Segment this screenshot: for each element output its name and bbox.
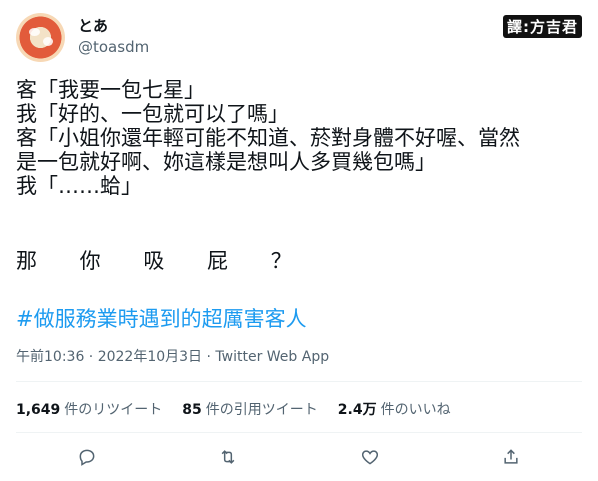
- reply-button[interactable]: [70, 440, 104, 474]
- translator-watermark: 譯:方吉君: [503, 14, 582, 38]
- quote-count-label: 件の引用ツイート: [205, 402, 318, 418]
- like-icon: [361, 450, 378, 465]
- retweet-icon: [221, 450, 235, 464]
- tweet-body: 客「我要一包七星」 我「好的、一包就可以了嗎」 客「小姐你還年輕可能不知道、菸對…: [16, 78, 520, 198]
- retweet-button[interactable]: [211, 440, 245, 474]
- divider: [16, 381, 582, 382]
- divider: [16, 432, 582, 433]
- watermark-text: 譯:方吉君: [503, 14, 582, 38]
- like-count-number: 2.4万: [337, 402, 377, 418]
- share-icon: [504, 449, 518, 464]
- like-count-label: 件のいいね: [380, 402, 451, 418]
- like-button[interactable]: [353, 440, 387, 474]
- user-name[interactable]: とあ: [78, 15, 108, 36]
- hashtag-link[interactable]: #做服務業時遇到的超厲害客人: [16, 303, 307, 333]
- user-handle[interactable]: @toasdm: [78, 38, 149, 56]
- retweet-count[interactable]: 1,649 件のリツイート: [16, 399, 162, 419]
- retweet-count-number: 1,649: [16, 402, 61, 418]
- avatar[interactable]: [16, 13, 65, 62]
- reply-icon: [79, 449, 95, 466]
- tweet-actions: [16, 440, 582, 474]
- like-count[interactable]: 2.4万 件のいいね: [338, 399, 451, 419]
- quote-count[interactable]: 85 件の引用ツイート: [182, 399, 317, 419]
- share-button[interactable]: [494, 440, 528, 474]
- retweet-count-label: 件のリツイート: [64, 402, 163, 418]
- tweet-timestamp[interactable]: 午前10:36 · 2022年10月3日 · Twitter Web App: [16, 346, 329, 366]
- quote-count-number: 85: [182, 402, 202, 418]
- engagement-stats: 1,649 件のリツイート 85 件の引用ツイート 2.4万 件のいいね: [16, 399, 451, 419]
- tweet-punchline: 那 你 吸 屁 ？: [16, 249, 310, 273]
